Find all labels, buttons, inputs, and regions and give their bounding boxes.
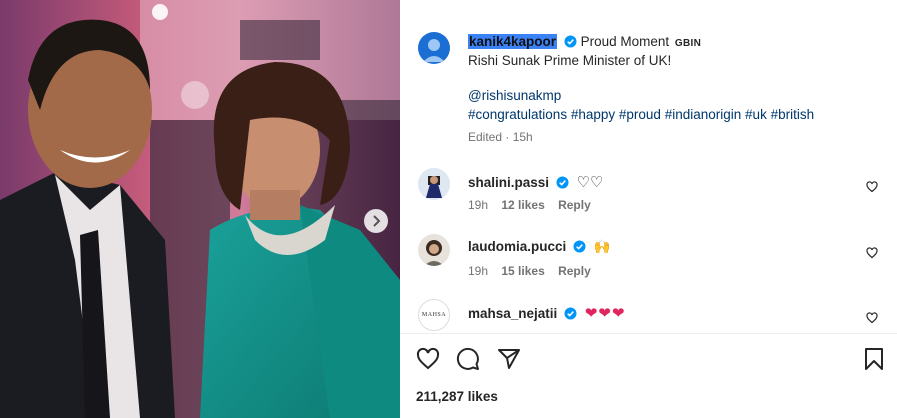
hashtag-link[interactable]: #congratulations (468, 107, 567, 122)
post-photo[interactable] (0, 0, 400, 418)
comment-bubble-icon (456, 347, 479, 370)
comment-body: shalini.passi ♡♡ (468, 173, 603, 191)
action-bar (416, 347, 886, 373)
comment-like-icon[interactable] (866, 246, 878, 264)
user-silhouette-icon (423, 39, 445, 62)
chevron-right-icon (373, 215, 381, 227)
post-details-panel: kanik4kapoor Proud Moment GBIN Rishi Sun… (400, 0, 897, 418)
owner-username[interactable]: kanik4kapoor (468, 34, 558, 49)
comment-likes[interactable]: 12 likes (501, 198, 544, 212)
edited-time: Edited · 15h (468, 130, 533, 144)
comment-username[interactable]: mahsa_nejatii (468, 306, 557, 321)
hashtag-link[interactable]: #proud (619, 107, 661, 122)
heart-outline-icon (866, 247, 878, 259)
heart-outline-icon (416, 347, 440, 370)
comment-text: ♡♡ (576, 174, 604, 191)
paper-plane-icon (498, 349, 520, 369)
comment-item: shalini.passi ♡♡ 19h 12 likes Reply (418, 168, 888, 224)
caption-header: kanik4kapoor Proud Moment GBIN (468, 34, 701, 49)
hashtag-list: #congratulations #happy #proud #indianor… (468, 107, 814, 122)
section-divider (400, 333, 897, 334)
comment-body: mahsa_nejatii ❤❤❤ (468, 304, 626, 322)
comment-like-icon[interactable] (866, 180, 878, 198)
verified-badge-icon (573, 240, 586, 253)
bookmark-icon (865, 348, 883, 370)
share-button[interactable] (497, 347, 521, 376)
comment-meta: 19h 15 likes Reply (468, 264, 601, 278)
reply-button[interactable]: Reply (558, 198, 591, 212)
heart-outline-icon (866, 181, 878, 193)
next-photo-button[interactable] (364, 209, 388, 233)
mention-link[interactable]: @rishisunakmp (468, 88, 561, 103)
comment-meta: 19h 12 likes Reply (468, 198, 601, 212)
hashtag-link[interactable]: #british (771, 107, 815, 122)
save-button[interactable] (862, 347, 886, 376)
avatar[interactable] (418, 234, 450, 266)
verified-badge-icon (564, 35, 577, 48)
comment-like-icon[interactable] (866, 311, 878, 329)
avatar[interactable] (418, 168, 450, 200)
avatar-image (418, 234, 450, 266)
comment-time: 19h (468, 264, 489, 278)
comment-item: laudomia.pucci 🙌 19h 15 likes Reply (418, 234, 888, 290)
avatar[interactable]: MAHSA (418, 299, 450, 331)
caption-title: Proud Moment (580, 34, 670, 49)
comment-time: 19h (468, 198, 489, 212)
flag-tag: GBIN (674, 38, 702, 49)
like-button[interactable] (416, 347, 440, 376)
caption-line: Rishi Sunak Prime Minister of UK! (468, 53, 672, 68)
comment-username[interactable]: shalini.passi (468, 175, 549, 190)
comment-text: 🙌 (593, 239, 611, 254)
reply-button[interactable]: Reply (558, 264, 591, 278)
verified-badge-icon (556, 176, 569, 189)
comment-likes[interactable]: 15 likes (501, 264, 544, 278)
verified-badge-icon (564, 307, 577, 320)
comment-button[interactable] (456, 347, 480, 376)
hashtag-link[interactable]: #uk (745, 107, 767, 122)
heart-outline-icon (866, 312, 878, 324)
hashtag-link[interactable]: #happy (571, 107, 615, 122)
comment-body: laudomia.pucci 🙌 (468, 239, 611, 255)
owner-avatar[interactable] (418, 32, 450, 64)
avatar-logo-text: MAHSA (421, 312, 447, 318)
comment-item: MAHSA mahsa_nejatii ❤❤❤ (418, 299, 888, 333)
comment-username[interactable]: laudomia.pucci (468, 239, 566, 254)
comment-text: ❤❤❤ (584, 305, 626, 322)
post-image (0, 0, 400, 418)
likes-count[interactable]: 211,287 likes (416, 389, 498, 404)
avatar-image (418, 168, 450, 200)
hashtag-link[interactable]: #indianorigin (665, 107, 742, 122)
